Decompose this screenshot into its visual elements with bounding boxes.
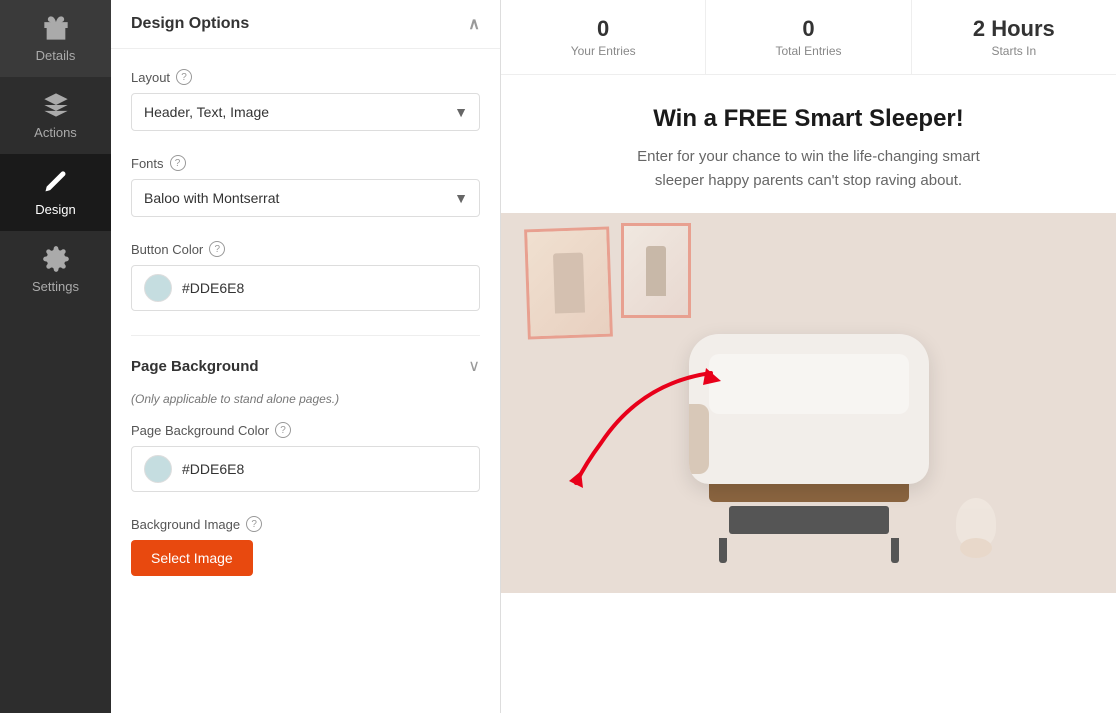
panel-content: Layout ? Header, Text, ImageHeader, Imag… [111,49,500,713]
preview-image-area [501,213,1116,593]
sidebar-item-design[interactable]: Design [0,154,111,231]
right-preview-panel: 0 Your Entries 0 Total Entries 2 Hours S… [501,0,1116,713]
page-bg-hint: (Only applicable to stand alone pages.) [131,392,480,406]
fonts-select[interactable]: Baloo with MontserratRoboto with Open Sa… [131,179,480,217]
layout-select[interactable]: Header, Text, ImageHeader, Image, TextIm… [131,93,480,131]
panel-header: Design Options ∧ [111,0,500,49]
layers-icon [42,91,70,119]
your-entries-stat: 0 Your Entries [501,0,706,74]
panel-title: Design Options [131,15,249,33]
total-entries-stat: 0 Total Entries [706,0,911,74]
your-entries-label: Your Entries [521,44,685,58]
button-color-input-row[interactable]: #DDE6E8 [131,265,480,311]
gear-icon [42,245,70,273]
bg-image-label: Background Image ? [131,516,480,532]
layout-group: Layout ? Header, Text, ImageHeader, Imag… [131,69,480,131]
fonts-label: Fonts ? [131,155,480,171]
bassinet [689,334,929,563]
page-bg-chevron[interactable]: ∨ [468,356,480,376]
total-entries-label: Total Entries [726,44,890,58]
page-bg-color-label: Page Background Color ? [131,422,480,438]
button-color-help-icon[interactable]: ? [209,241,225,257]
page-bg-color-group: Page Background Color ? #DDE6E8 [131,422,480,492]
page-bg-title: Page Background [131,358,259,375]
button-color-swatch[interactable] [144,274,172,302]
wall-frame-right [621,223,691,318]
page-bg-color-help-icon[interactable]: ? [275,422,291,438]
sidebar-item-actions-label: Actions [34,125,77,140]
button-color-label: Button Color ? [131,241,480,257]
preview-title: Win a FREE Smart Sleeper! [541,105,1076,133]
timer-label: Starts In [932,44,1096,58]
timer-number: 2 Hours [932,16,1096,42]
panel-collapse-chevron[interactable]: ∧ [468,14,480,34]
section-divider [131,335,480,336]
page-bg-color-swatch[interactable] [144,455,172,483]
sidebar-item-settings-label: Settings [32,279,79,294]
stuffed-animal [956,498,996,558]
layout-label: Layout ? [131,69,480,85]
sidebar-item-actions[interactable]: Actions [0,77,111,154]
stats-bar: 0 Your Entries 0 Total Entries 2 Hours S… [501,0,1116,75]
select-image-button[interactable]: Select Image [131,540,253,576]
fonts-group: Fonts ? Baloo with MontserratRoboto with… [131,155,480,217]
sidebar-item-details[interactable]: Details [0,0,111,77]
bg-image-help-icon[interactable]: ? [246,516,262,532]
sidebar: Details Actions Design Settings [0,0,111,713]
page-bg-header: Page Background ∨ [131,356,480,376]
wall-frame-left [524,227,613,340]
sidebar-item-details-label: Details [36,48,76,63]
fonts-help-icon[interactable]: ? [170,155,186,171]
sidebar-item-design-label: Design [35,202,75,217]
total-entries-number: 0 [726,16,890,42]
button-color-value: #DDE6E8 [182,280,244,296]
your-entries-number: 0 [521,16,685,42]
button-color-group: Button Color ? #DDE6E8 [131,241,480,311]
preview-content: Win a FREE Smart Sleeper! Enter for your… [501,75,1116,713]
design-options-panel: Design Options ∧ Layout ? Header, Text, … [111,0,501,713]
page-background-section: Page Background ∨ (Only applicable to st… [131,356,480,576]
sidebar-item-settings[interactable]: Settings [0,231,111,308]
layout-select-wrapper: Header, Text, ImageHeader, Image, TextIm… [131,93,480,131]
fonts-select-wrapper: Baloo with MontserratRoboto with Open Sa… [131,179,480,217]
preview-text-area: Win a FREE Smart Sleeper! Enter for your… [501,75,1116,213]
page-bg-color-value: #DDE6E8 [182,461,244,477]
layout-help-icon[interactable]: ? [176,69,192,85]
timer-stat: 2 Hours Starts In [912,0,1116,74]
bg-image-group: Background Image ? Select Image [131,516,480,576]
preview-subtitle: Enter for your chance to win the life-ch… [619,145,999,193]
design-icon [42,168,70,196]
gift-icon [42,14,70,42]
page-bg-color-input-row[interactable]: #DDE6E8 [131,446,480,492]
